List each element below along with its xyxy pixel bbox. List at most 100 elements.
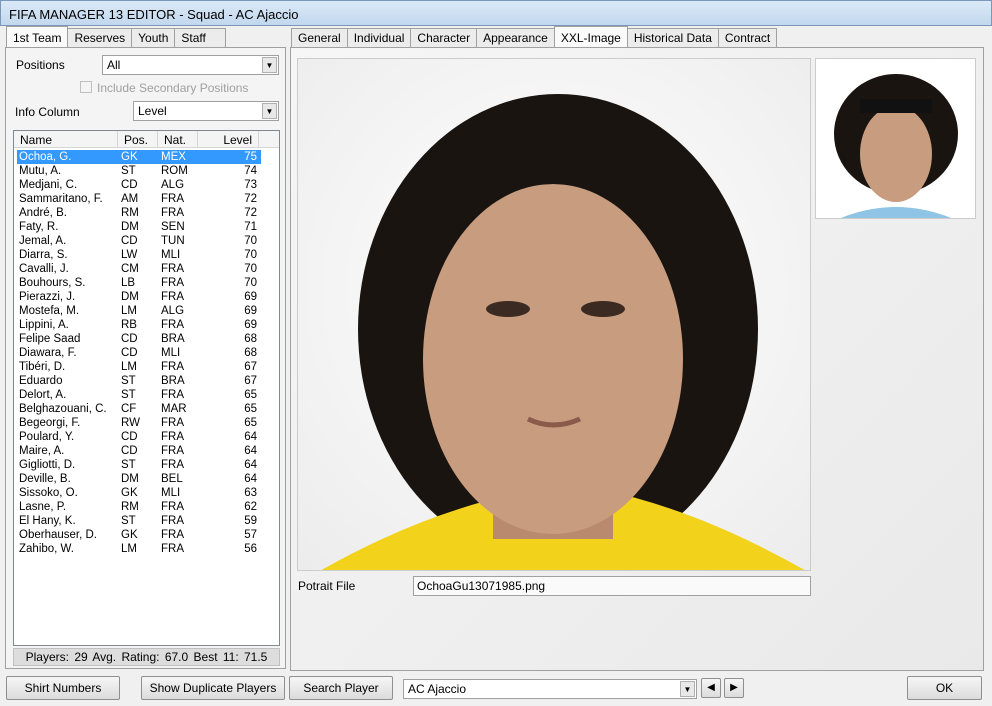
player-nation: FRA xyxy=(161,515,184,527)
player-row[interactable]: Sissoko, O. GK MLI 63 xyxy=(17,486,261,500)
tab-general[interactable]: General xyxy=(291,28,348,48)
portrait-file-input[interactable]: OchoaGu13071985.png xyxy=(413,576,811,596)
col-nat[interactable]: Nat. xyxy=(158,131,198,147)
player-row[interactable]: Pierazzi, J. DM FRA 69 xyxy=(17,290,261,304)
player-row[interactable]: Poulard, Y. CD FRA 64 xyxy=(17,430,261,444)
tab-appearance[interactable]: Appearance xyxy=(476,28,555,48)
player-level: 72 xyxy=(244,193,257,205)
player-level: 65 xyxy=(244,403,257,415)
shirt-numbers-button[interactable]: Shirt Numbers xyxy=(6,676,120,700)
player-row[interactable]: Deville, B. DM BEL 64 xyxy=(17,472,261,486)
player-row[interactable]: Felipe Saad CD BRA 68 xyxy=(17,332,261,346)
show-duplicate-players-button[interactable]: Show Duplicate Players xyxy=(141,676,285,700)
player-row[interactable]: El Hany, K. ST FRA 59 xyxy=(17,514,261,528)
player-row[interactable]: Delort, A. ST FRA 65 xyxy=(17,388,261,402)
player-row[interactable]: Ochoa, G. GK MEX 75 xyxy=(17,150,261,164)
player-name: Eduardo xyxy=(19,375,63,387)
player-name: Mostefa, M. xyxy=(19,305,80,317)
tab-contract[interactable]: Contract xyxy=(717,28,778,48)
player-row[interactable]: Gigliotti, D. ST FRA 64 xyxy=(17,458,261,472)
player-position: RM xyxy=(121,501,139,513)
player-name: Pierazzi, J. xyxy=(19,291,76,303)
player-row[interactable]: Cavalli, J. CM FRA 70 xyxy=(17,262,261,276)
player-position: RB xyxy=(121,319,137,331)
player-row[interactable]: Maire, A. CD FRA 64 xyxy=(17,444,261,458)
player-name: Gigliotti, D. xyxy=(19,459,76,471)
secondary-positions-checkbox[interactable] xyxy=(80,81,92,93)
player-name: Jemal, A. xyxy=(19,235,67,247)
player-position: LB xyxy=(121,277,136,289)
player-level: 65 xyxy=(244,389,257,401)
player-name: Belghazouani, C. xyxy=(19,403,107,415)
player-row[interactable]: André, B. RM FRA 72 xyxy=(17,206,261,220)
positions-select[interactable]: All ▼ xyxy=(102,55,279,75)
player-nation: MLI xyxy=(161,347,181,359)
player-name: Medjani, C. xyxy=(19,179,78,191)
tab-staff[interactable]: Staff xyxy=(174,28,227,48)
player-row[interactable]: Begeorgi, F. RW FRA 65 xyxy=(17,416,261,430)
player-level: 64 xyxy=(244,459,257,471)
player-row[interactable]: Lasne, P. RM FRA 62 xyxy=(17,500,261,514)
player-row[interactable]: Sammaritano, F. AM FRA 72 xyxy=(17,192,261,206)
player-row[interactable]: Diawara, F. CD MLI 68 xyxy=(17,346,261,360)
player-nation: MLI xyxy=(161,487,181,499)
player-level: 70 xyxy=(244,249,257,261)
ok-button[interactable]: OK xyxy=(907,676,982,700)
player-row[interactable]: Eduardo ST BRA 67 xyxy=(17,374,261,388)
col-name[interactable]: Name xyxy=(14,131,118,147)
tab-1st-team[interactable]: 1st Team xyxy=(6,26,69,47)
player-level: 70 xyxy=(244,277,257,289)
player-name: Begeorgi, F. xyxy=(19,417,81,429)
player-name: Sammaritano, F. xyxy=(19,193,103,205)
player-level: 64 xyxy=(244,445,257,457)
player-position: CD xyxy=(121,431,138,443)
tab-individual[interactable]: Individual xyxy=(346,28,412,48)
positions-value: All xyxy=(107,58,121,72)
player-position: ST xyxy=(121,459,136,471)
player-level: 67 xyxy=(244,361,257,373)
team-select[interactable]: AC Ajaccio ▼ xyxy=(403,679,697,699)
player-row[interactable]: Diarra, S. LW MLI 70 xyxy=(17,248,261,262)
player-row[interactable]: Belghazouani, C. CF MAR 65 xyxy=(17,402,261,416)
next-team-button[interactable]: ▶ xyxy=(724,678,744,698)
player-row[interactable]: Bouhours, S. LB FRA 70 xyxy=(17,276,261,290)
player-level: 70 xyxy=(244,235,257,247)
player-nation: MEX xyxy=(161,151,186,163)
player-nation: BEL xyxy=(161,473,183,485)
player-name: Maire, A. xyxy=(19,445,65,457)
player-row[interactable]: Faty, R. DM SEN 71 xyxy=(17,220,261,234)
previous-team-button[interactable]: ◀ xyxy=(701,678,721,698)
player-nation: FRA xyxy=(161,445,184,457)
player-position: CD xyxy=(121,179,138,191)
tab-historical-data[interactable]: Historical Data xyxy=(626,28,719,48)
search-player-button[interactable]: Search Player xyxy=(289,676,393,700)
col-level[interactable]: Level xyxy=(198,131,259,147)
player-row[interactable]: Zahibo, W. LM FRA 56 xyxy=(17,542,261,556)
player-level: 68 xyxy=(244,333,257,345)
player-row[interactable]: Lippini, A. RB FRA 69 xyxy=(17,318,261,332)
col-pos[interactable]: Pos. xyxy=(118,131,158,147)
player-position: RW xyxy=(121,417,140,429)
player-nation: ROM xyxy=(161,165,188,177)
player-row[interactable]: Medjani, C. CD ALG 73 xyxy=(17,178,261,192)
player-row[interactable]: Oberhauser, D. GK FRA 57 xyxy=(17,528,261,542)
tab-xxl-image[interactable]: XXL-Image xyxy=(553,26,628,47)
player-row[interactable]: Mostefa, M. LM ALG 69 xyxy=(17,304,261,318)
player-position: ST xyxy=(121,389,136,401)
tab-youth[interactable]: Youth xyxy=(131,28,176,48)
player-nation: FRA xyxy=(161,277,184,289)
player-nation: FRA xyxy=(161,417,184,429)
tab-character[interactable]: Character xyxy=(410,28,478,48)
player-level: 64 xyxy=(244,431,257,443)
player-position: GK xyxy=(121,151,138,163)
tab-reserves[interactable]: Reserves xyxy=(67,28,133,48)
player-portrait-thumbnail xyxy=(815,58,976,219)
player-nation: FRA xyxy=(161,361,184,373)
player-nation: FRA xyxy=(161,291,184,303)
player-row[interactable]: Tibéri, D. LM FRA 67 xyxy=(17,360,261,374)
info-column-select[interactable]: Level ▼ xyxy=(133,101,279,121)
player-list[interactable]: Name Pos. Nat. Level Ochoa, G. GK MEX 75 Mut… xyxy=(13,130,280,646)
player-level: 64 xyxy=(244,473,257,485)
player-row[interactable]: Mutu, A. ST ROM 74 xyxy=(17,164,261,178)
player-row[interactable]: Jemal, A. CD TUN 70 xyxy=(17,234,261,248)
